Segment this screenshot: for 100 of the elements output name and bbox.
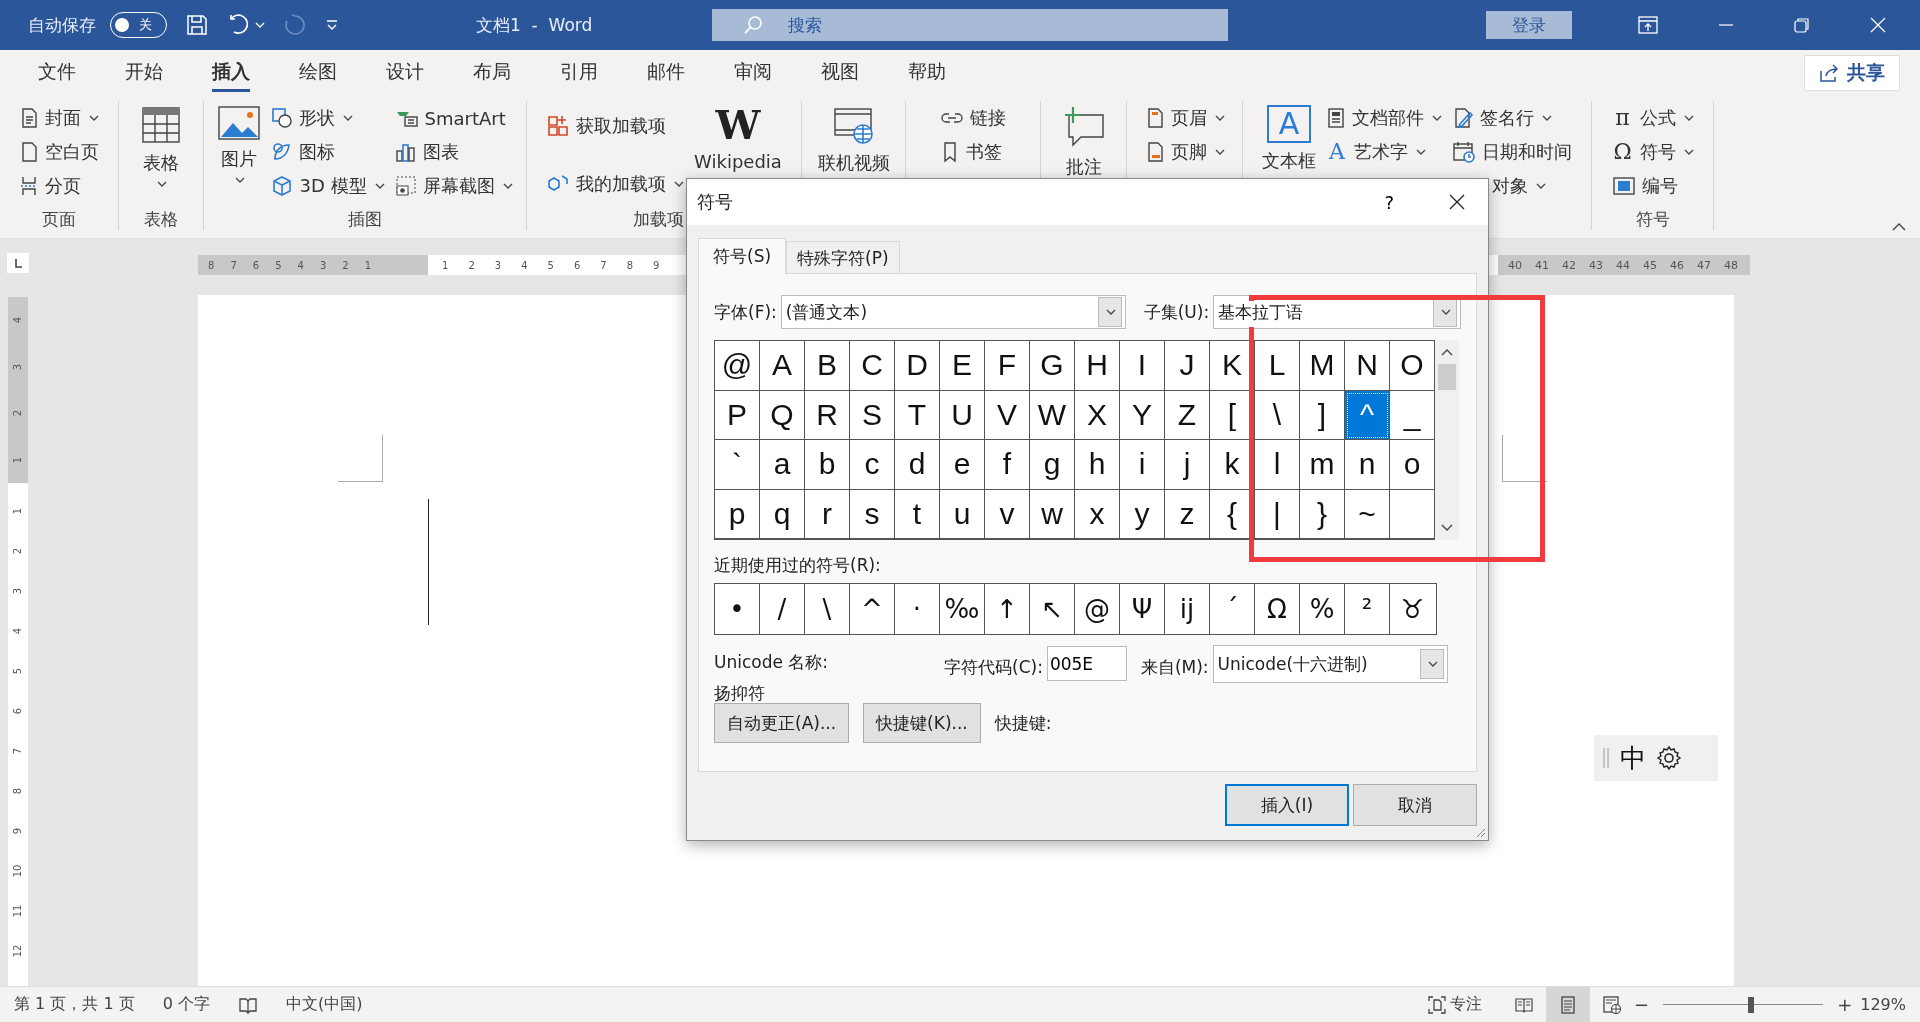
scrollbar[interactable] xyxy=(1435,340,1459,540)
symbol-cell[interactable]: a xyxy=(760,440,805,490)
input-mode-button[interactable]: 中 xyxy=(1620,740,1646,776)
symbol-cell[interactable]: O xyxy=(1390,341,1435,391)
ribbon-button[interactable]: 页眉 xyxy=(1142,103,1227,133)
scrollbar-thumb[interactable] xyxy=(1438,364,1456,390)
symbol-cell[interactable]: d xyxy=(895,440,940,490)
from-dropdown[interactable]: Unicode(十六进制) xyxy=(1212,645,1448,683)
symbol-cell[interactable]: T xyxy=(895,390,940,440)
symbol-cell[interactable]: L xyxy=(1255,341,1300,391)
ribbon-tab[interactable]: 帮助 xyxy=(908,53,946,92)
symbol-cell[interactable]: U xyxy=(940,390,985,440)
ribbon-button[interactable]: SmartArt xyxy=(392,103,515,133)
symbol-cell[interactable]: D xyxy=(895,341,940,391)
symbol-cell[interactable]: G xyxy=(1030,341,1075,391)
symbol-cell[interactable]: h xyxy=(1075,440,1120,490)
ribbon-button[interactable]: 批注 xyxy=(1058,101,1109,208)
symbol-cell[interactable]: C xyxy=(850,341,895,391)
help-button[interactable]: ? xyxy=(1384,191,1394,213)
ribbon-button[interactable]: 链接 xyxy=(938,103,1008,133)
character-code-field[interactable]: 005E xyxy=(1046,646,1127,681)
sign-in-button[interactable]: 登录 xyxy=(1486,11,1572,39)
share-button[interactable]: 共享 xyxy=(1804,54,1900,91)
ribbon-tab[interactable]: 审阅 xyxy=(734,53,772,92)
symbol-cell[interactable]: u xyxy=(940,489,985,539)
symbol-cell[interactable]: Z xyxy=(1165,390,1210,440)
symbol-cell[interactable]: R xyxy=(805,390,850,440)
symbol-cell[interactable]: i xyxy=(1120,440,1165,490)
symbol-cell[interactable]: E xyxy=(940,341,985,391)
symbol-cell[interactable]: A xyxy=(760,341,805,391)
symbol-cell[interactable]: S xyxy=(850,390,895,440)
symbol-cell[interactable]: Q xyxy=(760,390,805,440)
symbol-cell[interactable]: b xyxy=(805,440,850,490)
ribbon-button[interactable]: 表格 xyxy=(138,101,184,208)
zoom-out-button[interactable]: − xyxy=(1634,994,1650,1015)
ribbon-button[interactable]: A 文本框 xyxy=(1260,101,1318,208)
ribbon-button[interactable]: 书签 xyxy=(938,137,1008,167)
ribbon-button[interactable]: 分页 xyxy=(17,171,101,201)
ribbon-button[interactable]: Ω 符号 xyxy=(1609,137,1696,167)
symbol-cell[interactable]: l xyxy=(1255,440,1300,490)
symbol-cell[interactable]: } xyxy=(1300,489,1345,539)
ribbon-tab[interactable]: 布局 xyxy=(473,53,511,92)
focus-button[interactable]: 专注 xyxy=(1422,993,1489,1016)
symbol-cell[interactable]: ] xyxy=(1300,390,1345,440)
dialog-tab[interactable]: 特殊字符(P) xyxy=(786,241,900,273)
symbol-cell[interactable]: P xyxy=(715,390,760,440)
symbol-cell[interactable]: ~ xyxy=(1345,489,1390,539)
dialog-tab[interactable]: 符号(S) xyxy=(698,238,787,274)
symbol-cell[interactable]: _ xyxy=(1390,390,1435,440)
slider-thumb[interactable] xyxy=(1748,996,1755,1013)
shortcut-key-button[interactable]: 快捷键(K)... xyxy=(863,703,981,743)
ribbon-button[interactable]: A 艺术字 xyxy=(1324,137,1444,167)
ribbon-tab[interactable]: 插入 xyxy=(212,53,250,92)
symbol-cell[interactable]: g xyxy=(1030,440,1075,490)
symbol-cell[interactable]: v xyxy=(985,489,1030,539)
symbol-cell[interactable]: j xyxy=(1165,440,1210,490)
symbol-cell[interactable]: N xyxy=(1345,341,1390,391)
symbol-cell[interactable]: y xyxy=(1120,489,1165,539)
symbol-cell[interactable]: B xyxy=(805,341,850,391)
symbol-cell[interactable]: V xyxy=(985,390,1030,440)
symbol-cell[interactable]: Y xyxy=(1120,390,1165,440)
ribbon-tab[interactable]: 绘图 xyxy=(299,53,337,92)
ribbon-tab[interactable]: 文件 xyxy=(38,53,76,92)
symbol-cell[interactable]: p xyxy=(715,489,760,539)
symbol-cell[interactable]: I xyxy=(1120,341,1165,391)
symbol-cell[interactable]: m xyxy=(1300,440,1345,490)
symbol-cell[interactable]: e xyxy=(940,440,985,490)
ribbon-button[interactable]: 图表 xyxy=(392,137,515,167)
ribbon-tab[interactable]: 开始 xyxy=(125,53,163,92)
ribbon-button[interactable]: 获取加载项 xyxy=(544,111,687,141)
ribbon-button[interactable]: 文档部件 xyxy=(1324,103,1444,133)
symbol-cell[interactable]: \ xyxy=(1255,390,1300,440)
ribbon-button[interactable]: 空白页 xyxy=(17,137,101,167)
ribbon-tab[interactable]: 设计 xyxy=(386,53,424,92)
ribbon-button[interactable]: 日期和时间 xyxy=(1450,137,1574,167)
cancel-button[interactable]: 取消 xyxy=(1353,784,1477,826)
symbol-cell[interactable]: X xyxy=(1075,390,1120,440)
symbol-cell[interactable]: K xyxy=(1210,341,1255,391)
symbol-cell[interactable]: | xyxy=(1255,489,1300,539)
ribbon-button[interactable]: 屏幕截图 xyxy=(392,171,515,201)
ribbon-button[interactable]: 我的加载项 xyxy=(544,169,687,199)
ribbon-button[interactable]: π 公式 xyxy=(1609,103,1696,133)
ribbon-button[interactable]: 编号 xyxy=(1609,171,1696,201)
zoom-in-button[interactable]: + xyxy=(1837,994,1853,1015)
view-button[interactable] xyxy=(1546,987,1591,1022)
ribbon-button[interactable]: 图片 xyxy=(215,101,264,208)
ribbon-button[interactable]: 封面 xyxy=(17,103,101,133)
ribbon-tab[interactable]: 视图 xyxy=(821,53,859,92)
symbol-cell[interactable]: n xyxy=(1345,440,1390,490)
symbol-cell[interactable]: o xyxy=(1390,440,1435,490)
symbol-cell[interactable]: ` xyxy=(715,440,760,490)
symbol-cell[interactable]: w xyxy=(1030,489,1075,539)
symbol-cell[interactable]: F xyxy=(985,341,1030,391)
symbol-cell[interactable]: M xyxy=(1300,341,1345,391)
search-field[interactable]: 搜索 xyxy=(712,9,1229,41)
symbol-cell[interactable]: z xyxy=(1165,489,1210,539)
symbol-cell[interactable]: W xyxy=(1030,390,1075,440)
ribbon-tab[interactable]: 邮件 xyxy=(647,53,685,92)
symbol-cell[interactable]: s xyxy=(850,489,895,539)
symbol-cell[interactable]: k xyxy=(1210,440,1255,490)
